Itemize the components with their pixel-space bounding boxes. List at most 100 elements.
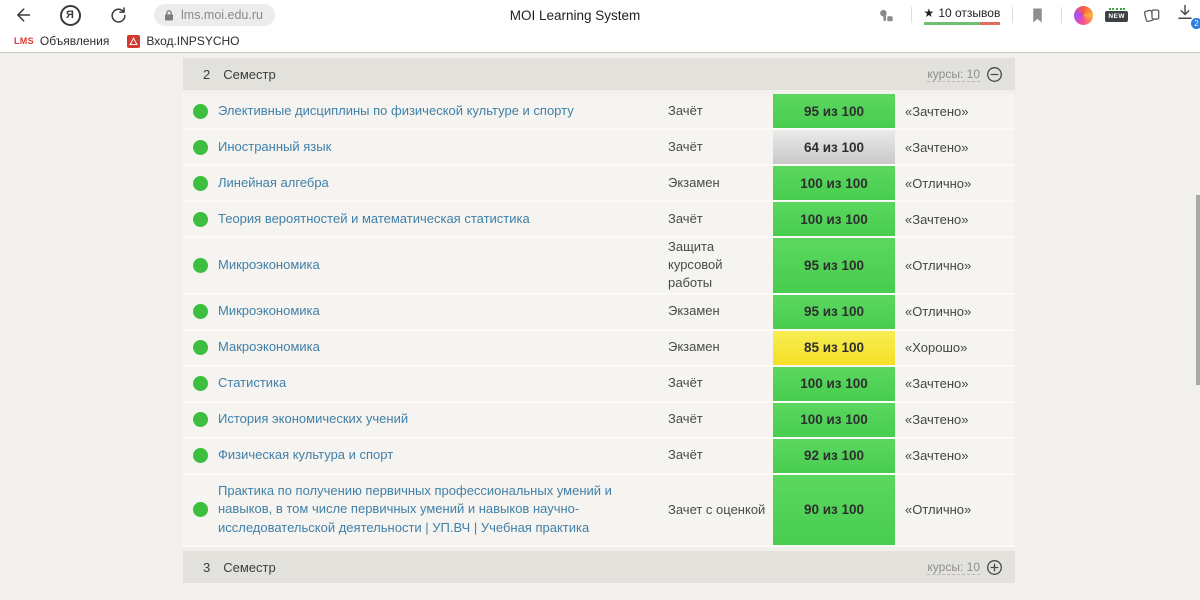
table-row: Практика по получению первичных професси… (183, 474, 1015, 548)
status-dot-icon (193, 448, 208, 464)
bookmark-button[interactable] (1025, 3, 1049, 27)
status-cell (183, 238, 218, 293)
course-link[interactable]: Физическая культура и спорт (218, 446, 393, 465)
lms-favicon: LMS (14, 36, 34, 46)
assessment-type: Зачёт (668, 375, 703, 391)
semester-grades-table: 2 Семестр курсы: 10 Элективные дисциплин… (183, 58, 1015, 587)
course-link[interactable]: Иностранный язык (218, 138, 331, 157)
course-link[interactable]: Линейная алгебра (218, 174, 329, 193)
score-badge: 95 из 100 (773, 238, 895, 293)
divider (910, 7, 912, 23)
refresh-button[interactable] (106, 3, 130, 27)
semester-number: 2 (203, 66, 211, 82)
semester-3-header[interactable]: 3 Семестр курсы: 10 (183, 551, 1015, 584)
score-badge: 64 из 100 (773, 130, 895, 164)
course-name-cell: Элективные дисциплины по физической куль… (218, 94, 668, 128)
course-link[interactable]: Статистика (218, 374, 286, 393)
password-manager-button[interactable] (875, 3, 899, 27)
key-icon (880, 9, 893, 21)
grade-text: «Зачтено» (905, 139, 969, 155)
star-icon: ★ (923, 5, 935, 20)
courses-count-link[interactable]: курсы: 10 (927, 67, 980, 82)
semester-title: Семестр (223, 66, 276, 82)
course-name-cell: Микроэкономика (218, 238, 668, 293)
collections-icon (1143, 8, 1160, 22)
downloads-button[interactable]: 2 (1176, 3, 1200, 29)
course-link[interactable]: Макроэкономика (218, 338, 320, 357)
grade-text: «Отлично» (905, 502, 972, 518)
courses-count-link[interactable]: курсы: 10 (927, 560, 980, 575)
status-dot-icon (193, 412, 208, 428)
site-reviews-button[interactable]: ★ 10 отзывов (923, 5, 1001, 25)
table-row: Физическая культура и спорт Зачёт 92 из … (183, 438, 1015, 475)
bookmarks-bar: LMS Объявления Вход.INPSYCHO (0, 30, 1200, 53)
status-dot-icon (193, 139, 208, 155)
collections-button[interactable] (1140, 3, 1164, 27)
status-dot-icon (193, 175, 208, 191)
grade-text: «Зачтено» (905, 412, 969, 428)
collapse-minus-icon[interactable] (986, 66, 1003, 83)
status-cell (183, 475, 218, 546)
semester-number: 3 (203, 559, 211, 575)
table-row: Макроэкономика Экзамен 85 из 100 «Хорошо… (183, 330, 1015, 367)
table-row: Статистика Зачёт 100 из 100 «Зачтено» (183, 366, 1015, 403)
course-link[interactable]: Практика по получению первичных професси… (218, 482, 654, 539)
score-badge: 100 из 100 (773, 166, 895, 200)
assessment-type: Экзамен (668, 174, 720, 190)
semester-2-header[interactable]: 2 Семестр курсы: 10 (183, 58, 1015, 90)
course-name-cell: Линейная алгебра (218, 166, 668, 200)
table-row: Линейная алгебра Экзамен 100 из 100 «Отл… (183, 166, 1015, 202)
course-name-cell: Статистика (218, 367, 668, 401)
course-link[interactable]: Микроэкономика (218, 302, 320, 321)
assessment-type: Зачёт (668, 447, 703, 463)
score-badge: 95 из 100 (773, 94, 895, 128)
reviews-count-label: 10 отзывов (938, 5, 1001, 20)
divider (1012, 7, 1014, 23)
lms-page: 2 Семестр курсы: 10 Элективные дисциплин… (0, 54, 1200, 600)
address-bar[interactable]: lms.moi.edu.ru (154, 4, 275, 26)
status-cell (183, 202, 218, 236)
table-row: Иностранный язык Зачёт 64 из 100 «Зачтен… (183, 130, 1015, 166)
extension-new-button[interactable]: NEW (1105, 8, 1128, 22)
scrollbar-thumb[interactable] (1196, 195, 1200, 385)
inpsycho-favicon (127, 34, 141, 48)
refresh-icon (110, 6, 126, 23)
tab-title[interactable]: MOI Learning System (400, 0, 750, 30)
bookmark-item-announcements[interactable]: LMS Объявления (10, 32, 113, 50)
score-badge: 92 из 100 (773, 438, 895, 473)
status-cell (183, 94, 218, 128)
score-badge: 100 из 100 (773, 402, 895, 437)
course-table-body: Элективные дисциплины по физической куль… (183, 94, 1015, 548)
course-link[interactable]: История экономических учений (218, 410, 408, 429)
url-text: lms.moi.edu.ru (181, 8, 263, 22)
expand-plus-icon[interactable] (986, 559, 1003, 576)
score-badge: 100 из 100 (773, 366, 895, 401)
status-cell (183, 439, 218, 473)
course-link[interactable]: Теория вероятностей и математическая ста… (218, 210, 530, 229)
course-link[interactable]: Микроэкономика (218, 256, 320, 275)
status-cell (183, 166, 218, 200)
score-badge: 95 из 100 (773, 294, 895, 329)
new-extension-dashes-icon (1108, 8, 1125, 10)
assessment-type: Экзамен (668, 339, 720, 355)
grade-text: «Зачтено» (905, 211, 969, 227)
assessment-type: Зачёт (668, 210, 703, 226)
bookmark-label: Вход.INPSYCHO (146, 34, 240, 48)
status-dot-icon (193, 257, 208, 273)
status-dot-icon (193, 376, 208, 392)
course-name-cell: Практика по получению первичных професси… (218, 475, 668, 546)
course-link[interactable]: Элективные дисциплины по физической куль… (218, 102, 574, 121)
grade-text: «Зачтено» (905, 376, 969, 392)
grade-text: «Зачтено» (905, 103, 969, 119)
yandex-home-button[interactable]: Я (58, 3, 82, 27)
status-dot-icon (193, 211, 208, 227)
nav-controls: Я lms.moi.edu.ru (10, 0, 275, 30)
browser-toolbar: Я lms.moi.edu.ru MOI Learning System ★ 1… (0, 0, 1200, 30)
bookmark-item-inpsycho[interactable]: Вход.INPSYCHO (123, 32, 243, 50)
course-name-cell: Теория вероятностей и математическая ста… (218, 202, 668, 236)
extension-browser-icon[interactable] (1074, 5, 1094, 25)
table-row: Теория вероятностей и математическая ста… (183, 202, 1015, 238)
status-cell (183, 295, 218, 329)
grade-text: «Хорошо» (905, 340, 968, 356)
back-button[interactable] (10, 3, 34, 27)
